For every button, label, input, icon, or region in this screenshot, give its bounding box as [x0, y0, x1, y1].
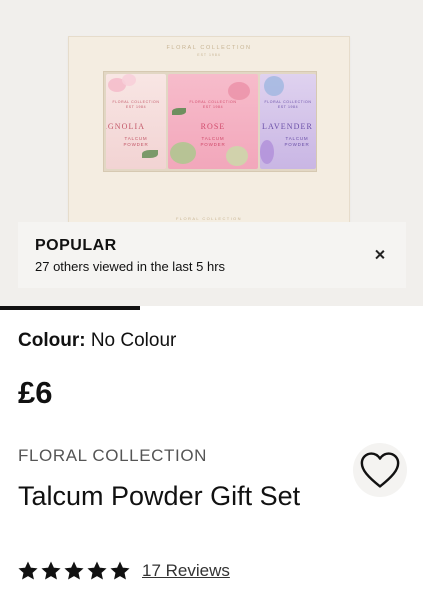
star-icon — [41, 561, 61, 580]
colour-value: No Colour — [90, 330, 177, 351]
gallery-progress-fill — [0, 306, 140, 310]
popular-banner: POPULAR 27 others viewed in the last 5 h… — [18, 222, 406, 288]
star-rating — [18, 561, 130, 581]
product-brand: FLORAL COLLECTION — [18, 446, 208, 465]
tin-type-text: TALCUM POWDER — [123, 136, 149, 147]
colour-label: Colour: — [18, 330, 86, 351]
box-footer-text: FLORAL COLLECTION — [176, 216, 242, 221]
popular-subtitle: 27 others viewed in the last 5 hrs — [35, 259, 226, 274]
star-icon — [18, 561, 38, 580]
heart-outline-icon — [360, 452, 400, 488]
rose-tin: FLORAL COLLECTION EST 1984 ROSE TALCUM POW… — [168, 74, 258, 169]
tin-brand-text: FLORAL COLLECTION EST 1984 — [189, 100, 237, 109]
tin-name-text: ROSE — [200, 122, 226, 131]
star-icon — [87, 561, 107, 580]
magnolia-tin: FLORAL COLLECTIONEST 1984 MAGNOLIA TALCU… — [106, 74, 166, 169]
star-icon — [64, 561, 84, 580]
box-window: FLORAL COLLECTIONEST 1984 MAGNOLIA TALCU… — [103, 71, 317, 172]
popular-title: POPULAR — [35, 237, 117, 254]
lavender-tin: FLORAL COLLECTION EST 1984 LAVENDER TALCU… — [260, 74, 316, 169]
star-icon — [110, 561, 130, 580]
tin-brand-text: FLORAL COLLECTION EST 1984 — [264, 100, 312, 109]
colour-line: Colour: No Colour — [18, 330, 176, 352]
tin-name-text: LAVENDER — [262, 122, 313, 131]
close-icon[interactable] — [372, 247, 388, 263]
tin-type-text: TALCUM POWDER — [200, 136, 226, 147]
gift-box-image: FLORAL COLLECTION EST 1984 FLORAL COLLEC… — [68, 36, 350, 236]
wishlist-button[interactable] — [353, 443, 407, 497]
product-image-gallery[interactable]: FLORAL COLLECTION EST 1984 FLORAL COLLEC… — [0, 0, 423, 308]
product-title: Talcum Powder Gift Set — [18, 481, 301, 511]
tin-type-text: TALCUM POWDER — [284, 136, 310, 147]
tin-brand-text: FLORAL COLLECTION EST 1984 — [112, 100, 160, 109]
product-price: £6 — [18, 375, 53, 410]
gallery-progress-bar — [0, 306, 423, 310]
tin-name-text: MAGNOLIA — [106, 122, 146, 131]
rating-row: 17 Reviews — [18, 560, 230, 582]
box-brand-text: FLORAL COLLECTION EST 1984 — [166, 45, 252, 57]
reviews-link[interactable]: 17 Reviews — [142, 561, 230, 581]
